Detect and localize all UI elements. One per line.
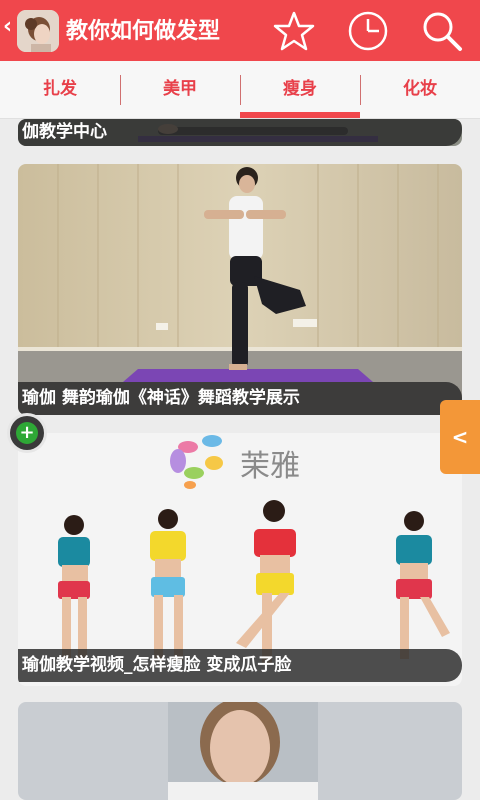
clock-icon[interactable]	[344, 8, 392, 54]
add-button[interactable]: +	[10, 416, 44, 450]
video-caption: 伽教学中心	[18, 119, 462, 146]
video-card[interactable]	[18, 702, 462, 800]
video-caption: 瑜伽教学视频_怎样瘦脸 变成瓜子脸	[18, 649, 462, 682]
video-card[interactable]: 伽教学中心	[18, 119, 462, 146]
star-icon[interactable]	[270, 8, 318, 54]
category-tabs: 扎发 美甲 瘦身 化妆	[0, 61, 480, 119]
tab-huazhuang[interactable]: 化妆	[360, 61, 480, 118]
search-icon[interactable]	[418, 8, 466, 54]
tab-shoushen[interactable]: 瘦身	[240, 61, 360, 118]
tab-label: 扎发	[43, 79, 77, 99]
video-caption: 瑜伽 舞韵瑜伽《神话》舞蹈教学展示	[18, 382, 462, 415]
tab-meijia[interactable]: 美甲	[120, 61, 240, 118]
tab-label: 瘦身	[283, 79, 317, 99]
brand-logo-text: 茉雅	[240, 449, 300, 484]
plus-icon: +	[16, 422, 38, 444]
chevron-left-icon: <	[451, 425, 469, 449]
active-tab-indicator	[240, 112, 360, 118]
tab-zhafa[interactable]: 扎发	[0, 61, 120, 118]
app-title: 教你如何做发型	[66, 18, 221, 44]
app-header: ‹ 教你如何做发型	[0, 0, 480, 61]
chevron-left-icon[interactable]: ‹	[3, 14, 12, 39]
video-card[interactable]: 茉雅 瑜伽教学视频_怎样瘦脸 变成瓜子脸	[18, 433, 462, 686]
video-thumbnail	[18, 164, 462, 415]
video-thumbnail	[18, 702, 462, 800]
video-card[interactable]: 瑜伽 舞韵瑜伽《神话》舞蹈教学展示	[18, 164, 462, 415]
app-logo[interactable]	[17, 10, 59, 52]
tab-label: 化妆	[403, 79, 437, 99]
tab-label: 美甲	[163, 79, 197, 99]
side-drawer-toggle[interactable]: <	[440, 400, 480, 474]
